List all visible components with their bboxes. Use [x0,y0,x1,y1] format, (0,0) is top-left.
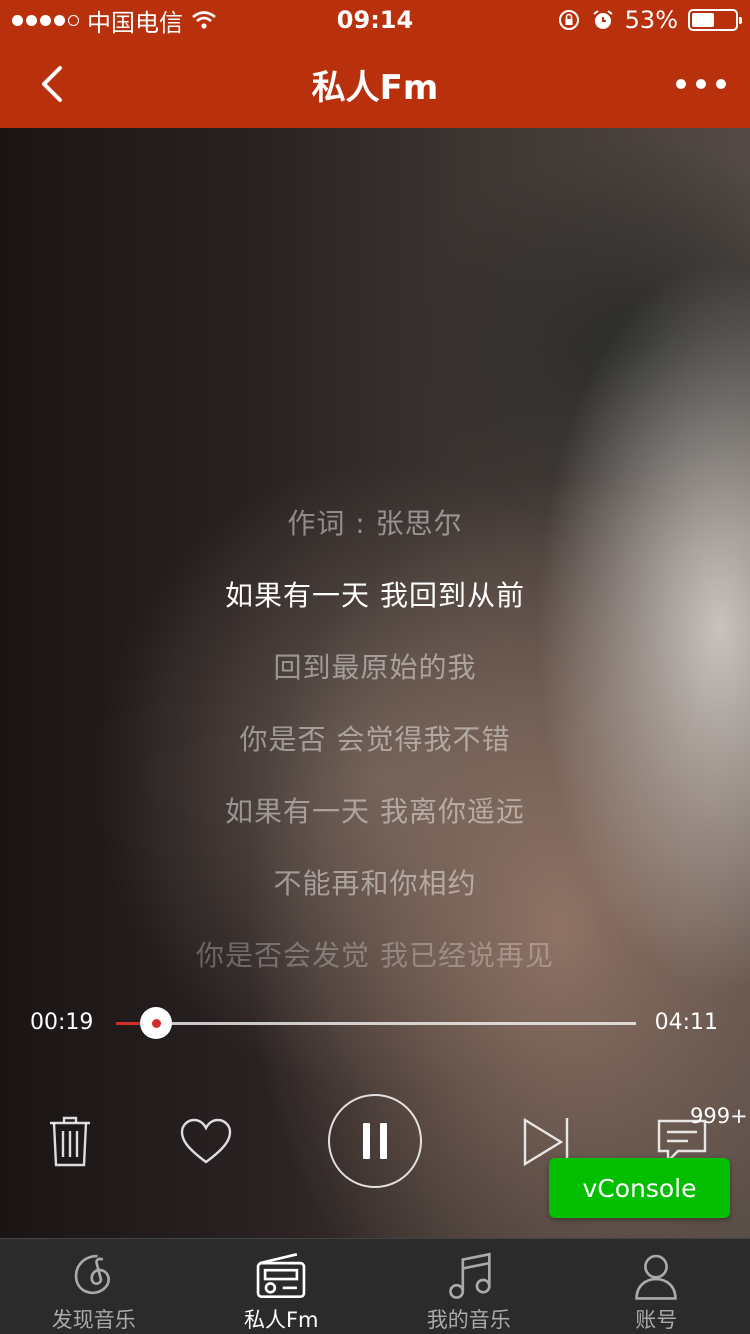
tab-bar: 发现音乐 私人Fm 我的音乐 账号 [0,1238,750,1334]
back-button[interactable] [30,60,74,108]
more-button[interactable] [676,64,726,104]
alarm-icon [593,10,613,29]
like-button[interactable] [176,1112,236,1172]
tab-label: 私人Fm [243,1308,319,1332]
tab-account[interactable]: 账号 [563,1239,750,1334]
lyric-line: 你是否 会觉得我不错 [239,723,511,756]
progress-row: 00:19 04:11 [0,1004,750,1044]
pause-button[interactable] [328,1094,422,1188]
tab-my-music[interactable]: 我的音乐 [375,1239,563,1334]
radio-icon [256,1253,306,1299]
progress-knob[interactable] [140,1007,172,1039]
tab-label: 发现音乐 [51,1308,136,1332]
signal-icon [12,14,79,26]
comment-count-badge: 999+ [690,1104,748,1128]
carrier-label: 中国电信 [87,8,183,37]
lyric-line-current: 如果有一天 我回到从前 [225,579,525,612]
heart-icon [180,1118,232,1164]
lyric-line: 作词 : 张思尔 [287,507,463,540]
lyric-line: 如果有一天 我离你遥远 [225,795,525,828]
page-title: 私人Fm [311,67,439,108]
lyric-line: 你是否会发觉 我已经说再见 [196,939,554,972]
player-area: 作词 : 张思尔如果有一天 我回到从前 回到最原始的我你是否 会觉得我不错 如果有一… [0,128,750,1238]
current-time: 00:19 [30,1010,94,1035]
tab-discover[interactable]: 发现音乐 [0,1239,188,1334]
user-icon [635,1254,678,1300]
total-time: 04:11 [654,1010,718,1035]
nav-bar: 私人Fm [0,40,750,128]
trash-icon [50,1116,90,1167]
pause-icon [363,1123,370,1159]
more-dots-icon [676,79,686,89]
tab-label: 账号 [635,1308,678,1332]
trash-button[interactable] [40,1108,100,1174]
tab-label: 我的音乐 [426,1308,511,1332]
rotation-lock-icon [558,10,579,30]
wifi-icon [192,11,216,29]
vconsole-button[interactable]: vConsole [549,1158,730,1218]
netease-music-icon [74,1254,110,1295]
lyric-line: 回到最原始的我 [273,651,477,684]
chevron-left-icon [42,66,62,102]
progress-slider[interactable] [116,1007,636,1039]
tab-private-fm[interactable]: 私人Fm [188,1239,376,1334]
battery-icon [688,9,742,31]
lyric-line: 不能再和你相约 [273,867,477,900]
battery-percent: 53% [624,6,678,34]
status-bar: 中国电信 09:14 53% [0,0,750,40]
music-note-icon [448,1252,491,1299]
lyrics-list[interactable]: 作词 : 张思尔如果有一天 我回到从前 回到最原始的我你是否 会觉得我不错 如果有一… [0,488,750,992]
